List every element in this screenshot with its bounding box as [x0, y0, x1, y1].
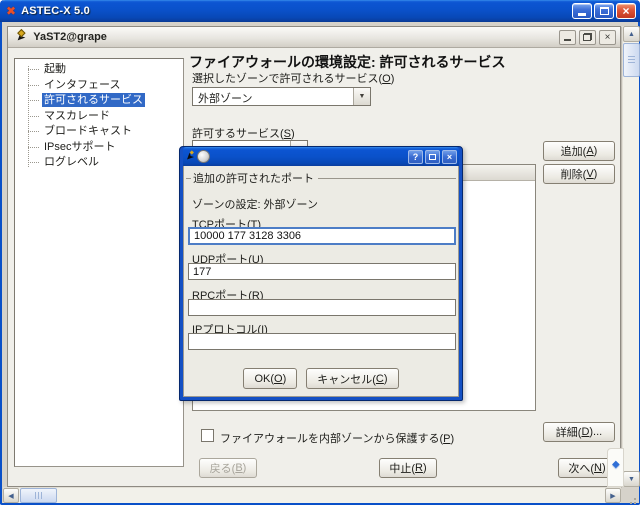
tcp-ports-input[interactable] — [188, 227, 456, 245]
additional-ports-dialog: ➤ ? × 追加の許可されたポート ゾーンの設定: 外部ゾーン — [179, 146, 463, 401]
yast2-window-title: YaST2@grape — [33, 31, 556, 43]
sidebar-item-startup[interactable]: 起動 — [15, 62, 183, 78]
x-cursor-icon: ➤ — [182, 150, 196, 164]
restore-icon — [583, 33, 592, 41]
delete-button[interactable]: 削除(V) — [543, 164, 615, 184]
page-title: ファイアウォールの環境設定: 許可されるサービス — [189, 52, 549, 72]
dialog-groupbox-header: 追加の許可されたポート — [186, 170, 456, 186]
dialog-groupbox-title: 追加の許可されたポート — [191, 170, 314, 186]
close-button[interactable]: × — [616, 3, 636, 19]
dialog-help-button[interactable]: ? — [408, 150, 423, 164]
vertical-scrollbar[interactable]: ▲ ▼ — [622, 26, 639, 487]
sidebar-item-allowed-services[interactable]: 許可されるサービス — [15, 93, 183, 109]
sidebar-item-masquerade[interactable]: マスカレード — [15, 109, 183, 125]
maximize-button[interactable] — [594, 3, 614, 19]
abort-button[interactable]: 中止(R) — [379, 458, 437, 478]
yast2-window: ➤ YaST2@grape × ファイアウォールの環境設定: 許可されるサービス… — [7, 26, 621, 487]
scroll-right-icon: ▶ — [610, 492, 615, 500]
protect-internal-zone-label[interactable]: ファイアウォールを内部ゾーンから保護する(P) — [220, 430, 454, 446]
chevron-down-icon[interactable]: ▼ — [353, 88, 370, 105]
astec-titlebar[interactable]: ✖ ASTEC-X 5.0 × — [0, 0, 640, 22]
sidebar-item-ipsec[interactable]: IPsecサポート — [15, 140, 183, 156]
service-combo-label: 許可するサービス(S) — [192, 125, 295, 141]
zone-info-text: ゾーンの設定: 外部ゾーン — [192, 196, 318, 212]
scroll-up-button[interactable]: ▲ — [623, 26, 640, 42]
vertical-scroll-thumb[interactable] — [623, 43, 640, 77]
yast-globe-icon — [197, 150, 210, 163]
astec-x-window: ✖ ASTEC-X 5.0 × ➤ YaST2@grape × ファイアウォール… — [0, 0, 640, 505]
sidebar-item-loglevel[interactable]: ログレベル — [15, 155, 183, 171]
maximize-icon — [600, 7, 609, 15]
back-button: 戻る(B) — [199, 458, 257, 478]
yast2-content: ファイアウォールの環境設定: 許可されるサービス 起動 インタフェース 許可され… — [8, 48, 620, 486]
minimize-icon — [578, 13, 586, 16]
scroll-up-icon: ▲ — [628, 31, 635, 38]
zone-combo-value: 外部ゾーン — [193, 88, 353, 105]
scroll-left-icon: ◀ — [8, 492, 13, 500]
ip-protocols-input[interactable] — [188, 333, 456, 350]
dialog-body: 追加の許可されたポート ゾーンの設定: 外部ゾーン TCPポート(T) UDPポ… — [183, 166, 459, 397]
scroll-down-button[interactable]: ▼ — [623, 471, 640, 487]
add-button[interactable]: 追加(A) — [543, 141, 615, 161]
astec-logo-icon: ✖ — [6, 4, 16, 18]
window-title: ASTEC-X 5.0 — [21, 5, 572, 17]
scroll-right-button[interactable]: ▶ — [605, 488, 621, 503]
rpc-ports-input[interactable] — [188, 299, 456, 316]
udp-ports-input[interactable] — [188, 263, 456, 280]
screen: ✖ ASTEC-X 5.0 × ➤ YaST2@grape × ファイアウォール… — [0, 0, 640, 505]
input-method-indicator-icon[interactable]: ◆ — [612, 459, 620, 470]
scroll-down-icon: ▼ — [628, 476, 635, 483]
close-icon: × — [622, 5, 629, 17]
protect-internal-zone-checkbox[interactable] — [201, 429, 214, 442]
sidebar-item-interfaces[interactable]: インタフェース — [15, 78, 183, 94]
maximize-icon — [429, 154, 436, 160]
yast2-restore-button[interactable] — [579, 30, 596, 45]
horizontal-scrollbar[interactable]: ◀ ▶ — [3, 487, 621, 503]
zone-combo[interactable]: 外部ゾーン ▼ — [192, 87, 371, 106]
minimize-button[interactable] — [572, 3, 592, 19]
minimize-icon — [564, 39, 571, 41]
sidebar-tree: 起動 インタフェース 許可されるサービス マスカレード ブロードキャスト IPs… — [14, 58, 184, 467]
resize-grip[interactable] — [622, 487, 639, 503]
yast2-minimize-button[interactable] — [559, 30, 576, 45]
horizontal-scroll-thumb[interactable] — [20, 488, 57, 503]
ok-button[interactable]: OK(O) — [243, 368, 297, 389]
scroll-left-button[interactable]: ◀ — [3, 488, 19, 503]
dialog-close-button[interactable]: × — [442, 150, 457, 164]
cancel-button[interactable]: キャンセル(C) — [306, 368, 398, 389]
sidebar-item-broadcast[interactable]: ブロードキャスト — [15, 124, 183, 140]
dialog-maximize-button[interactable] — [425, 150, 440, 164]
x-cursor-icon: ➤ — [13, 29, 29, 45]
yast2-close-button[interactable]: × — [599, 30, 616, 45]
zone-combo-label: 選択したゾーンで許可されるサービス(O) — [192, 70, 394, 86]
yast2-titlebar[interactable]: ➤ YaST2@grape × — [8, 27, 620, 48]
dialog-titlebar[interactable]: ➤ ? × — [183, 147, 459, 166]
close-icon: × — [605, 32, 611, 43]
details-button[interactable]: 詳細(D)... — [543, 422, 615, 442]
